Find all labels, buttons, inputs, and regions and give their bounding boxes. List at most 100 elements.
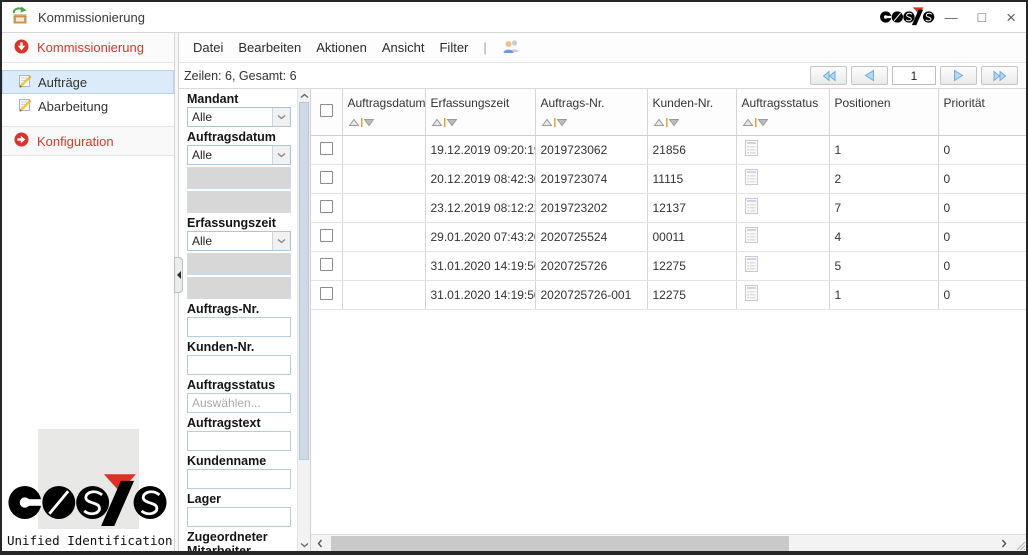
minimize-button[interactable]: — [945,11,958,24]
window-title: Kommissionierung [38,10,879,25]
row-checkbox[interactable] [320,229,333,242]
document-status-icon[interactable] [745,198,758,217]
column-header-auftrags-nr[interactable]: Auftrags-Nr. [535,89,647,135]
cell-kunden-nr: 12275 [647,280,736,309]
menu-ansicht[interactable]: Ansicht [382,40,425,55]
column-header-kunden-nr[interactable]: Kunden-Nr. [647,89,736,135]
erfassungszeit-from-input-disabled [187,253,291,275]
scroll-up-button[interactable] [298,89,310,102]
document-status-icon[interactable] [745,256,758,275]
row-checkbox[interactable] [320,142,333,155]
table-horizontal-scrollbar[interactable] [311,534,1026,551]
filter-label-auftragsdatum: Auftragsdatum [187,130,291,144]
auftragsdatum-select[interactable]: Alle [187,145,291,165]
sort-icons[interactable] [431,116,533,130]
maximize-button[interactable]: □ [978,10,986,24]
scroll-right-button[interactable] [995,535,1012,551]
cell-auftragsdatum [342,164,425,193]
row-checkbox[interactable] [320,258,333,271]
table-row[interactable]: 31.01.2020 14:19:50 2020725726-001 12275… [311,280,1026,309]
scrollbar-thumb[interactable] [299,102,309,460]
mandant-select[interactable]: Alle [187,107,291,127]
column-header-erfassungszeit[interactable]: Erfassungszeit [425,89,535,135]
sort-icons[interactable] [653,116,734,130]
page-number-input[interactable] [892,66,936,85]
chevron-down-icon [272,232,290,250]
cell-erfassungszeit: 29.01.2020 07:43:20 [425,222,535,251]
table-row[interactable]: 31.01.2020 14:19:50 2020725726 12275 5 0 [311,251,1026,280]
document-status-icon[interactable] [745,227,758,246]
cell-auftrags-nr: 2020725726-001 [535,280,647,309]
column-header-positionen[interactable]: Positionen [829,89,938,135]
sort-icons[interactable] [348,116,423,130]
kunden-nr-input[interactable] [187,355,291,375]
menu-aktionen[interactable]: Aktionen [316,40,367,55]
prev-page-button[interactable] [851,66,888,85]
kundenname-input[interactable] [187,469,291,489]
column-header-auftragsdatum[interactable]: Auftragsdatum [342,89,425,135]
first-page-button[interactable] [810,66,847,85]
cell-positionen: 7 [829,193,938,222]
resize-grip[interactable] [1012,535,1026,551]
document-status-icon[interactable] [745,285,758,304]
cell-kunden-nr: 12137 [647,193,736,222]
auftragsstatus-input[interactable] [187,393,291,413]
cell-auftragsstatus [736,222,829,251]
scrollbar-thumb[interactable] [331,536,789,551]
scroll-left-button[interactable] [311,535,328,551]
cosys-logo [879,7,935,27]
sort-icons[interactable] [541,116,645,130]
sidebar-item-kommissionierung[interactable]: Kommissionierung [2,33,174,63]
menu-datei[interactable]: Datei [193,40,223,55]
select-all-checkbox[interactable] [320,104,333,117]
sidebar-item-konfiguration[interactable]: Konfiguration [2,126,174,156]
row-checkbox[interactable] [320,171,333,184]
row-checkbox[interactable] [320,287,333,300]
filter-label-mandant: Mandant [187,92,291,106]
status-row: Zeilen: 6, Gesamt: 6 [179,63,1026,89]
cell-auftrags-nr: 2019723062 [535,135,647,164]
row-checkbox[interactable] [320,200,333,213]
table-row[interactable]: 29.01.2020 07:43:20 2020725524 00011 4 0 [311,222,1026,251]
column-header-prioritaet[interactable]: Priorität [938,89,1026,135]
filter-label-zugeordneter-mitarbeiter: Zugeordneter Mitarbeiter [187,530,291,551]
menu-filter[interactable]: Filter [439,40,468,55]
sidebar-item-abarbeitung[interactable]: Abarbeitung [2,94,174,118]
cell-auftrags-nr: 2020725726 [535,251,647,280]
menu-bearbeiten[interactable]: Bearbeiten [238,40,301,55]
cell-kunden-nr: 21856 [647,135,736,164]
cell-auftrags-nr: 2019723202 [535,193,647,222]
cell-auftragsstatus [736,251,829,280]
cell-kunden-nr: 00011 [647,222,736,251]
cell-auftragsstatus [736,280,829,309]
lager-input[interactable] [187,507,291,527]
filter-label-auftragstext: Auftragstext [187,416,291,430]
pagination [810,66,1018,85]
filter-label-auftragsstatus: Auftragsstatus [187,378,291,392]
table-row[interactable]: 20.12.2019 08:42:30 2019723074 11115 2 0 [311,164,1026,193]
close-button[interactable]: × [1006,9,1016,26]
cell-prioritaet: 0 [938,164,1026,193]
next-page-button[interactable] [940,66,977,85]
filter-scrollbar[interactable] [297,89,310,551]
table-row[interactable]: 19.12.2019 09:20:19 2019723062 21856 1 0 [311,135,1026,164]
filter-label-lager: Lager [187,492,291,506]
document-status-icon[interactable] [745,140,758,159]
cell-auftragsstatus [736,135,829,164]
document-status-icon[interactable] [745,169,758,188]
menu-separator: | [483,40,486,55]
auftrags-nr-input[interactable] [187,317,291,337]
filter-panel: Mandant Alle Auftragsdatum Alle Erfass [179,89,311,551]
auftragstext-input[interactable] [187,431,291,451]
table-row[interactable]: 23.12.2019 08:12:22 2019723202 12137 7 0 [311,193,1026,222]
column-header-auftragsstatus[interactable]: Auftragsstatus [736,89,829,135]
erfassungszeit-select[interactable]: Alle [187,231,291,251]
cell-auftragsdatum [342,280,425,309]
chevron-down-icon [272,108,290,126]
last-page-button[interactable] [981,66,1018,85]
sort-icons[interactable] [742,116,827,130]
scroll-down-button[interactable] [298,538,310,551]
sidebar-item-auftraege[interactable]: Aufträge [2,70,174,94]
table-header-row: Auftragsdatum Erfassungszeit Auftrags-Nr… [311,89,1026,135]
users-icon[interactable] [502,39,520,57]
